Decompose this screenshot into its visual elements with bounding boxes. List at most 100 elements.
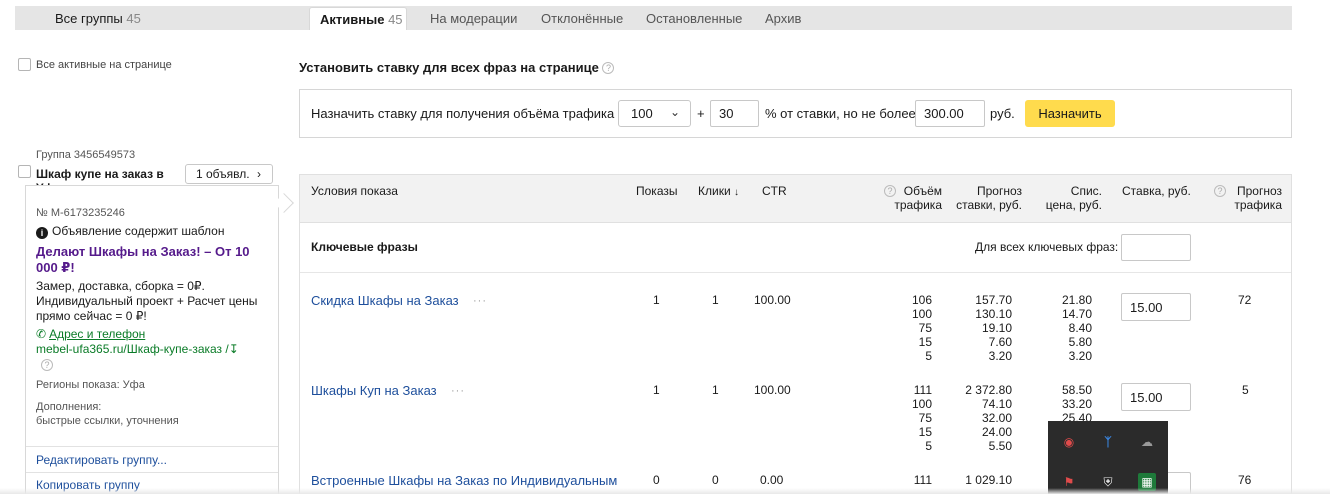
row-forecast-traffic: 72	[1238, 293, 1252, 307]
row-clicks: 1	[712, 383, 719, 397]
col-ctr[interactable]: CTR	[762, 184, 787, 198]
help-icon[interactable]: ?	[884, 185, 896, 197]
traffic-value: 5	[925, 439, 932, 453]
traffic-value: 111	[913, 383, 932, 397]
traffic-volume-select[interactable]: 100 ⌄	[618, 100, 691, 127]
address-link[interactable]: ✆ Адрес и телефон	[36, 327, 145, 341]
tab-archive[interactable]: Архив	[765, 11, 801, 26]
col-bid: Ставка, руб.	[1122, 184, 1191, 198]
row-clicks: 0	[712, 473, 719, 487]
row-ctr: 100.00	[754, 383, 791, 397]
write-off-value: 21.80	[1061, 293, 1092, 307]
security-shield-icon[interactable]: ◉	[1060, 433, 1078, 451]
keyword-phrase[interactable]: Скидка Шкафы на Заказ	[311, 293, 459, 308]
col-traffic-label: Объём трафика	[894, 184, 942, 212]
traffic-value: 111	[913, 473, 932, 487]
tab-active[interactable]: Активные 45	[309, 7, 407, 30]
forecast-value: 5.50	[988, 439, 1012, 453]
col-traffic: ? Объём трафика	[884, 184, 942, 212]
col-forecast-traffic-label: Прогноз трафика	[1234, 184, 1282, 212]
forecast-value: 32.00	[981, 411, 1012, 425]
chevron-down-icon: ⌄	[669, 105, 680, 119]
edit-group-link[interactable]: Редактировать группу...	[36, 453, 167, 467]
write-off-value: 3.20	[1068, 349, 1092, 363]
row-traffic-list: 106 100 75 15 5	[892, 293, 932, 363]
tab-moderation[interactable]: На модерации	[430, 11, 517, 26]
row-write-off-list: 21.80 14.70 8.40 5.80 3.20	[1040, 293, 1092, 363]
max-bid-input[interactable]: 300.00	[915, 100, 985, 127]
more-options-icon[interactable]: ···	[451, 385, 465, 397]
forecast-value: 2 372.80	[965, 383, 1012, 397]
col-clicks[interactable]: Клики ↓	[698, 184, 739, 200]
ads-count-button[interactable]: 1 объявл. ›	[185, 164, 273, 184]
select-all-checkbox[interactable]	[18, 58, 31, 71]
tab-active-count: 45	[388, 12, 403, 27]
traffic-value: 75	[918, 321, 932, 335]
col-conditions: Условия показа	[311, 184, 398, 198]
plus-sign: +	[697, 106, 705, 121]
write-off-value: 14.70	[1061, 307, 1092, 321]
write-off-value: 58.50	[1061, 383, 1092, 397]
col-write-off: Спис. цена, руб.	[1045, 184, 1102, 212]
set-bid-label: Назначить ставку для получения объёма тр…	[311, 106, 615, 121]
address-link-text: Адрес и телефон	[49, 327, 146, 341]
keyword-phrase[interactable]: Шкафы Куп на Заказ	[311, 383, 437, 398]
bid-input[interactable]: 15.00	[1121, 293, 1191, 321]
bluetooth-icon[interactable]: ᛉ	[1099, 433, 1117, 451]
traffic-value: 5	[925, 349, 932, 363]
template-note: i Объявление содержит шаблон	[36, 224, 224, 239]
row-forecast-list: 157.70 130.10 19.10 7.60 3.20	[950, 293, 1012, 363]
bid-input[interactable]: 15.00	[1121, 383, 1191, 411]
select-all-label: Все активные на странице	[36, 59, 172, 71]
forecast-value: 1 029.10	[965, 473, 1012, 487]
sort-arrow-icon: ↓	[734, 187, 739, 198]
download-icon: ↧	[228, 342, 239, 356]
keywords-all-input[interactable]	[1121, 234, 1191, 261]
tab-stopped[interactable]: Остановленные	[646, 11, 742, 26]
tab-all-groups[interactable]: Все группы 45	[55, 11, 141, 26]
keywords-all-label: Для всех ключевых фраз:	[975, 240, 1119, 254]
col-shows[interactable]: Показы	[636, 184, 677, 198]
traffic-volume-value: 100	[631, 106, 653, 121]
template-note-text: Объявление содержит шаблон	[52, 224, 225, 238]
col-forecast-traffic: ? Прогноз трафика	[1214, 184, 1282, 212]
more-options-icon[interactable]: ···	[473, 295, 487, 307]
divider	[26, 472, 278, 473]
row-clicks: 1	[712, 293, 719, 307]
extras-title: Дополнения:	[36, 401, 102, 413]
row-shows: 1	[653, 383, 660, 397]
traffic-value: 100	[911, 397, 932, 411]
bottom-edge	[0, 488, 1330, 494]
percent-input[interactable]: 30	[710, 100, 759, 127]
col-clicks-label: Клики	[698, 184, 731, 198]
row-ctr: 100.00	[754, 293, 791, 307]
traffic-value: 15	[918, 335, 932, 349]
write-off-value: 8.40	[1068, 321, 1092, 335]
write-off-value: 5.80	[1068, 335, 1092, 349]
set-bid-title-text: Установить ставку для всех фраз на стран…	[299, 60, 599, 75]
tab-rejected[interactable]: Отклонённые	[541, 11, 623, 26]
info-icon: i	[36, 227, 48, 239]
set-bid-title: Установить ставку для всех фраз на стран…	[299, 60, 615, 75]
forecast-value: 74.10	[981, 397, 1012, 411]
tab-all-label: Все группы	[55, 11, 123, 26]
ad-url-text: mebel-ufa365.ru/Шкаф-купе-заказ /	[36, 342, 229, 356]
url-help-icon[interactable]: ?	[41, 357, 53, 372]
group-checkbox[interactable]	[18, 165, 31, 178]
ad-text: Замер, доставка, сборка = 0₽. Индивидуал…	[36, 279, 258, 323]
chevron-right-icon: ›	[256, 167, 261, 181]
traffic-value: 75	[918, 411, 932, 425]
forecast-value: 157.70	[975, 293, 1012, 307]
regions: Регионы показа: Уфа	[36, 379, 145, 391]
cloud-icon[interactable]: ☁	[1138, 433, 1156, 451]
forecast-value: 130.10	[975, 307, 1012, 321]
keywords-title: Ключевые фразы	[311, 240, 418, 254]
percent-label: % от ставки, но не более	[765, 106, 916, 121]
ads-count-label: 1 объявл.	[196, 167, 250, 181]
help-icon[interactable]: ?	[602, 62, 615, 74]
help-icon[interactable]: ?	[1214, 185, 1226, 197]
keyword-phrase[interactable]: Встроенные Шкафы на Заказ по Индивидуаль…	[311, 473, 617, 488]
assign-button[interactable]: Назначить	[1025, 100, 1115, 127]
ad-number: № M-6173235246	[36, 207, 125, 219]
ad-headline: Делают Шкафы на Заказ! – От 10 000 ₽!	[36, 244, 250, 275]
